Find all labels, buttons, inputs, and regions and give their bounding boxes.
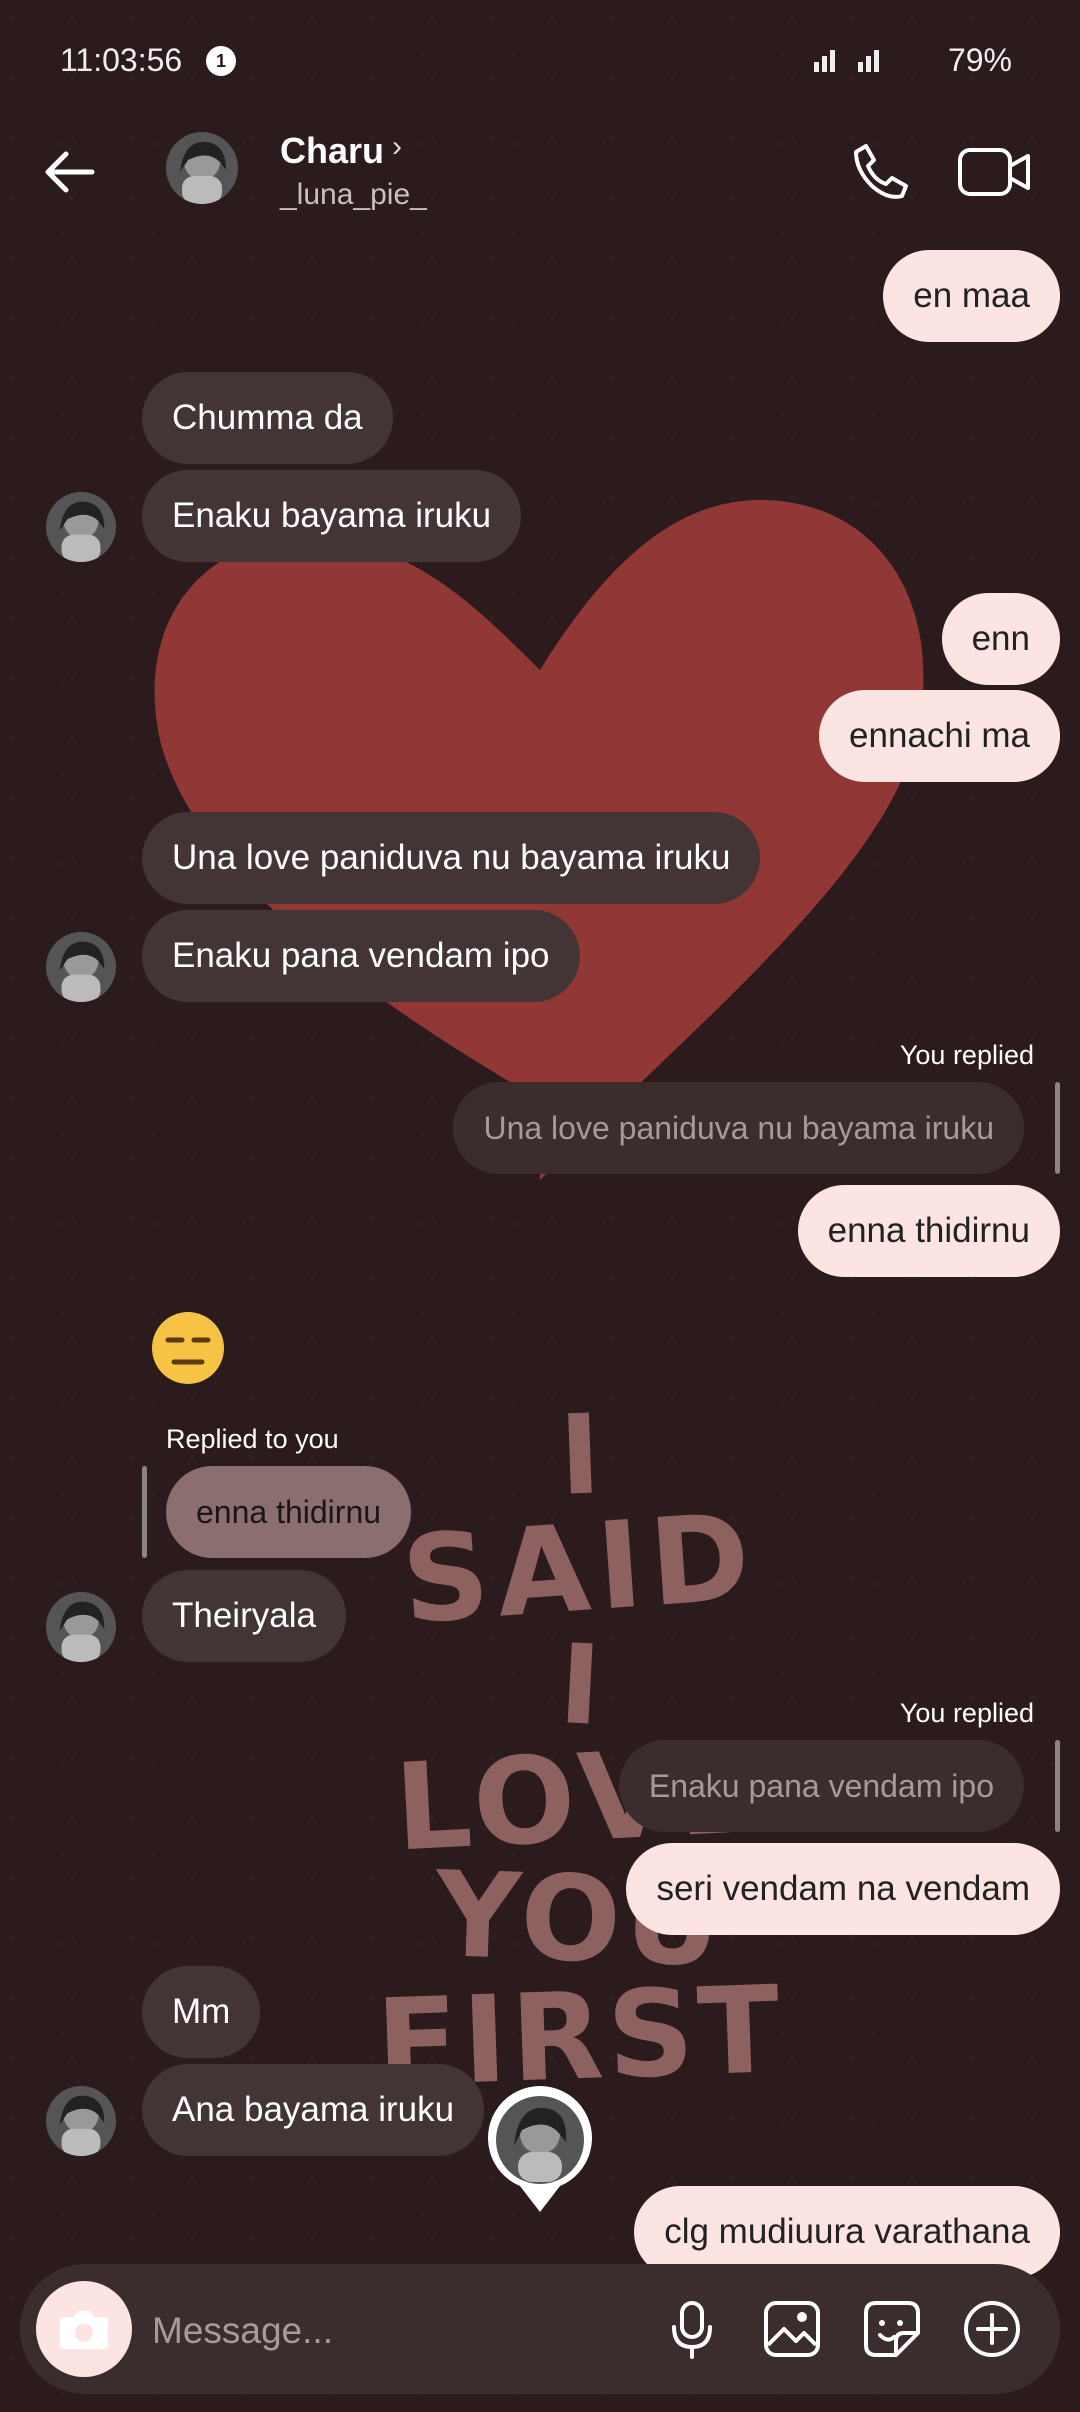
message-outgoing[interactable]: seri vendam na vendam: [626, 1843, 1060, 1935]
status-time: 11:03:56: [60, 42, 183, 78]
sender-avatar[interactable]: [46, 932, 116, 1002]
reply-indicator-bar: [1055, 1740, 1060, 1832]
message-outgoing[interactable]: ennachi ma: [819, 690, 1060, 782]
camera-button[interactable]: [36, 2281, 132, 2377]
message-incoming[interactable]: Ana bayama iruku: [142, 2064, 485, 2156]
sticker-icon[interactable]: [860, 2297, 924, 2361]
signal-icon: [814, 50, 879, 72]
sender-avatar[interactable]: [46, 492, 116, 562]
avatar-photo-icon: [46, 1592, 116, 1662]
chevron-right-icon[interactable]: ›: [392, 130, 402, 164]
avatar-photo-icon: [46, 492, 116, 562]
notification-badge: 1: [206, 46, 236, 76]
message-outgoing[interactable]: enna thidirnu: [797, 1185, 1060, 1277]
message-input[interactable]: Message...: [152, 2310, 333, 2352]
message-incoming[interactable]: Theiryala: [142, 1570, 346, 1662]
reply-label: You replied: [899, 1698, 1034, 1728]
microphone-icon[interactable]: [660, 2297, 724, 2361]
reply-label: You replied: [899, 1040, 1034, 1070]
quoted-message[interactable]: Una love paniduva nu bayama iruku: [453, 1082, 1024, 1174]
message-incoming[interactable]: Mm: [142, 1966, 261, 2058]
avatar-photo-icon: [166, 132, 238, 204]
sender-avatar[interactable]: [46, 1592, 116, 1662]
message-outgoing[interactable]: enn: [941, 593, 1060, 685]
reply-label: Replied to you: [166, 1424, 339, 1454]
back-arrow-icon[interactable]: [40, 142, 100, 202]
phone-icon[interactable]: [848, 140, 912, 204]
expressionless-face-icon[interactable]: [148, 1308, 228, 1388]
video-camera-icon[interactable]: [956, 140, 1032, 204]
contact-name[interactable]: Charu: [280, 130, 384, 172]
reply-indicator-bar: [1055, 1082, 1060, 1174]
seen-avatar-marker-icon: [488, 2086, 592, 2212]
message-composer: Message...: [20, 2264, 1060, 2394]
chat-header: Charu › _luna_pie_: [0, 120, 1080, 230]
reply-indicator-bar: [142, 1466, 147, 1558]
message-outgoing[interactable]: en maa: [883, 250, 1060, 342]
plus-circle-icon[interactable]: [960, 2297, 1024, 2361]
message-incoming[interactable]: Enaku pana vendam ipo: [142, 910, 580, 1002]
avatar-photo-icon: [46, 2086, 116, 2156]
message-incoming[interactable]: Enaku bayama iruku: [142, 470, 522, 562]
avatar-photo-icon: [46, 932, 116, 1002]
status-bar: 11:03:56 1 79%: [0, 0, 1080, 120]
quoted-message[interactable]: Enaku pana vendam ipo: [618, 1740, 1024, 1832]
battery-level: 79%: [947, 42, 1012, 78]
message-incoming[interactable]: Chumma da: [142, 372, 393, 464]
message-incoming[interactable]: Una love paniduva nu bayama iruku: [142, 812, 761, 904]
gallery-icon[interactable]: [760, 2297, 824, 2361]
contact-avatar[interactable]: [166, 132, 238, 204]
quoted-message[interactable]: enna thidirnu: [166, 1466, 412, 1558]
camera-icon: [60, 2311, 108, 2349]
sender-avatar[interactable]: [46, 2086, 116, 2156]
contact-username[interactable]: _luna_pie_: [280, 178, 427, 212]
